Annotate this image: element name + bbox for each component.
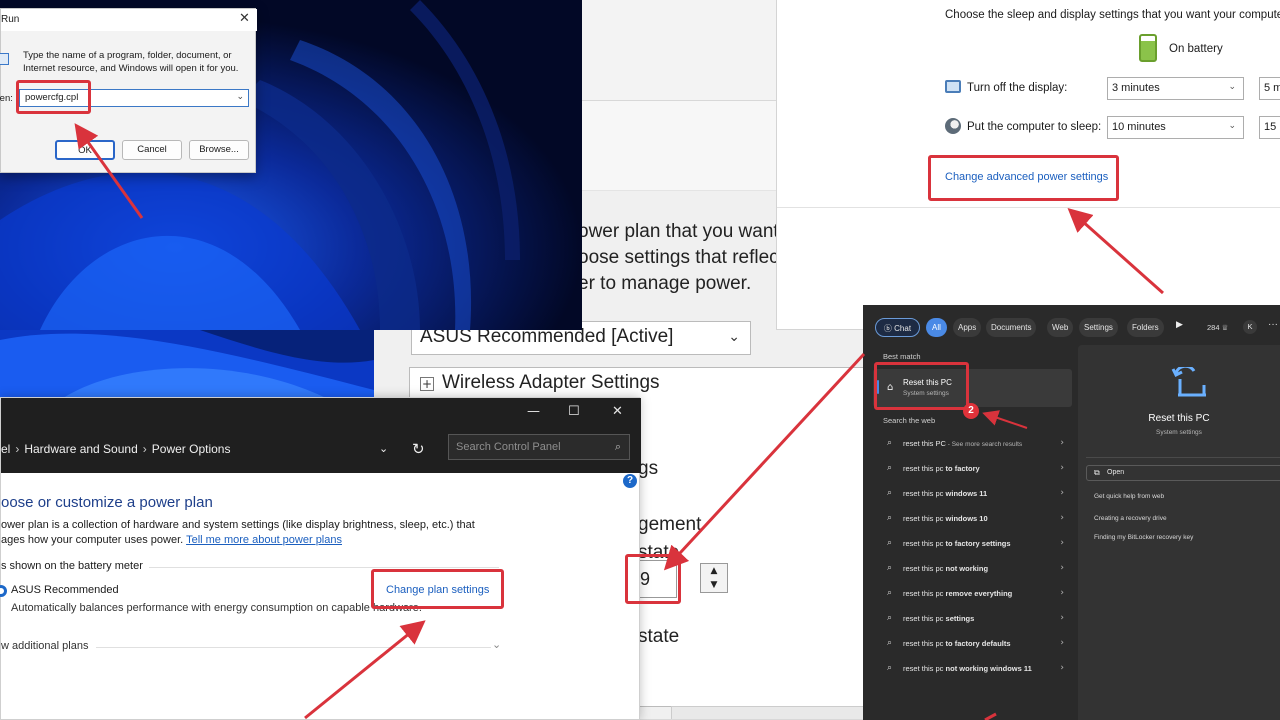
arrow-best-match	[982, 410, 1028, 429]
annotation-arrows	[74, 123, 1164, 720]
arrow-spin	[663, 352, 866, 571]
arrow-change-plan	[304, 620, 426, 720]
arrow-advanced	[1067, 208, 1164, 295]
arrow-run	[74, 123, 144, 219]
arrow-bottom	[984, 712, 997, 720]
